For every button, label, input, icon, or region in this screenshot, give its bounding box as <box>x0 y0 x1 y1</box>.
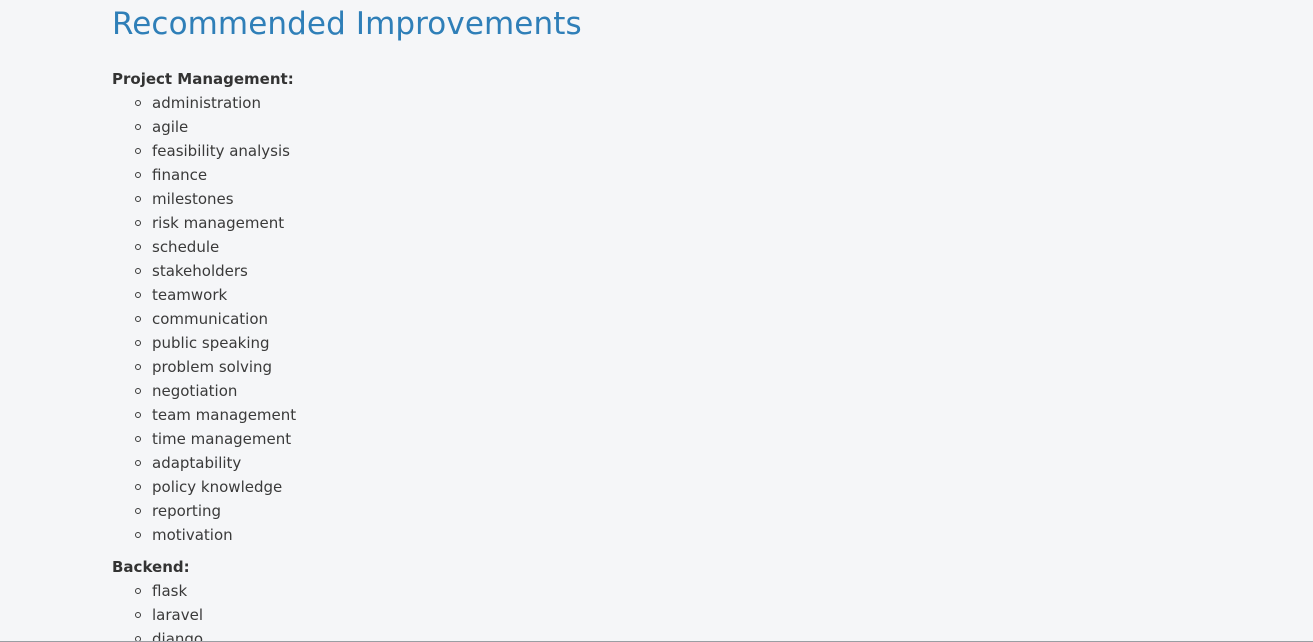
circle-bullet-icon <box>135 244 141 250</box>
list-item: team management <box>112 403 1012 427</box>
circle-bullet-icon <box>135 196 141 202</box>
circle-bullet-icon <box>135 388 141 394</box>
circle-bullet-icon <box>135 100 141 106</box>
main-content: Recommended Improvements Project Managem… <box>112 0 1012 642</box>
list-item: laravel <box>112 603 1012 627</box>
list-item-label: finance <box>152 166 208 184</box>
list-item-label: milestones <box>152 190 234 208</box>
list-item: feasibility analysis <box>112 139 1012 163</box>
section-project-management: Project Management: administration agile… <box>112 67 1012 547</box>
circle-bullet-icon <box>135 436 141 442</box>
circle-bullet-icon <box>135 316 141 322</box>
list-item: reporting <box>112 499 1012 523</box>
list-item: teamwork <box>112 283 1012 307</box>
list-item-label: problem solving <box>152 358 273 376</box>
list-item: stakeholders <box>112 259 1012 283</box>
list-item: agile <box>112 115 1012 139</box>
section-title: Project Management: <box>112 70 294 88</box>
list-item-label: teamwork <box>152 286 228 304</box>
circle-bullet-icon <box>135 172 141 178</box>
circle-bullet-icon <box>135 268 141 274</box>
section-backend: Backend: flask laravel django <box>112 555 1012 642</box>
circle-bullet-icon <box>135 124 141 130</box>
list-item: risk management <box>112 211 1012 235</box>
list-item-label: flask <box>152 582 188 600</box>
circle-bullet-icon <box>135 148 141 154</box>
page: Recommended Improvements Project Managem… <box>0 0 1313 642</box>
circle-bullet-icon <box>135 220 141 226</box>
list-item: flask <box>112 579 1012 603</box>
circle-bullet-icon <box>135 460 141 466</box>
list-item: negotiation <box>112 379 1012 403</box>
list-item: policy knowledge <box>112 475 1012 499</box>
list-item-label: reporting <box>152 502 222 520</box>
list-item-label: agile <box>152 118 189 136</box>
list-item: administration <box>112 91 1012 115</box>
page-title: Recommended Improvements <box>112 6 582 42</box>
circle-bullet-icon <box>135 612 141 618</box>
list-item-label: policy knowledge <box>152 478 283 496</box>
list-item: finance <box>112 163 1012 187</box>
list-item: adaptability <box>112 451 1012 475</box>
list-item: time management <box>112 427 1012 451</box>
list-item: django <box>112 627 1012 642</box>
list-item-label: schedule <box>152 238 220 256</box>
circle-bullet-icon <box>135 292 141 298</box>
list-item: motivation <box>112 523 1012 547</box>
circle-bullet-icon <box>135 340 141 346</box>
list-item-label: communication <box>152 310 269 328</box>
list-item-label: feasibility analysis <box>152 142 290 160</box>
list-item-label: negotiation <box>152 382 238 400</box>
circle-bullet-icon <box>135 484 141 490</box>
circle-bullet-icon <box>135 364 141 370</box>
list-item-label: adaptability <box>152 454 242 472</box>
list-item: public speaking <box>112 331 1012 355</box>
skill-list: flask laravel django <box>112 579 1012 642</box>
circle-bullet-icon <box>135 588 141 594</box>
circle-bullet-icon <box>135 508 141 514</box>
list-item-label: team management <box>152 406 297 424</box>
list-item: communication <box>112 307 1012 331</box>
section-title: Backend: <box>112 558 190 576</box>
skill-list: administration agile feasibility analysi… <box>112 91 1012 547</box>
list-item: schedule <box>112 235 1012 259</box>
list-item-label: time management <box>152 430 292 448</box>
circle-bullet-icon <box>135 412 141 418</box>
list-item-label: administration <box>152 94 261 112</box>
list-item-label: public speaking <box>152 334 270 352</box>
list-item-label: stakeholders <box>152 262 248 280</box>
list-item-label: motivation <box>152 526 233 544</box>
list-item-label: laravel <box>152 606 203 624</box>
list-item: milestones <box>112 187 1012 211</box>
list-item-label: risk management <box>152 214 285 232</box>
list-item: problem solving <box>112 355 1012 379</box>
circle-bullet-icon <box>135 532 141 538</box>
